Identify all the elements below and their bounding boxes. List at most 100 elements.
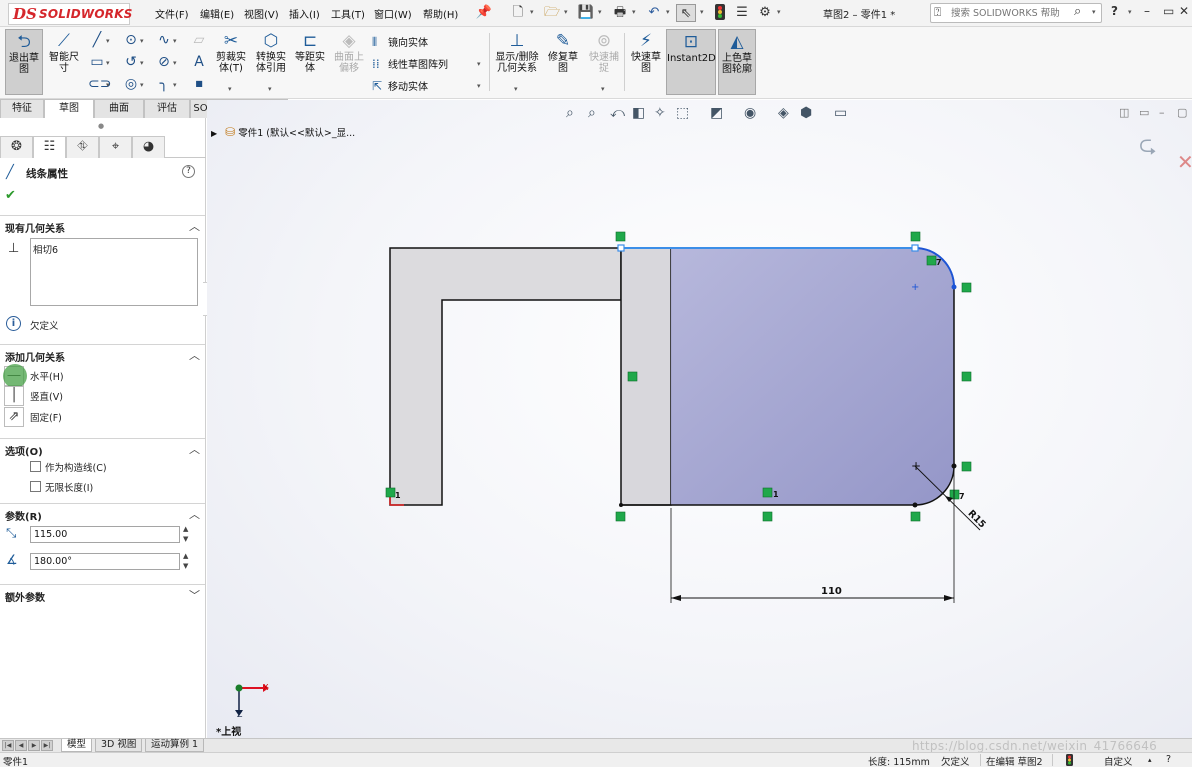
select-dropdown-icon[interactable]: ▾: [700, 8, 704, 16]
text-tool-icon[interactable]: A: [190, 53, 208, 71]
new-document-icon[interactable]: 🗋: [508, 4, 528, 22]
save-dropdown-icon[interactable]: ▾: [598, 8, 602, 16]
convert-dropdown-icon[interactable]: ▾: [268, 85, 272, 93]
menu-help[interactable]: 帮助(H): [423, 6, 458, 21]
instant2d-button[interactable]: ⊡ Instant2D: [666, 29, 716, 95]
fillet-endpoint[interactable]: [912, 502, 918, 508]
horizontal-badge[interactable]: [762, 511, 773, 522]
existing-relations-header[interactable]: 现有几何关系 ︿: [0, 215, 205, 235]
chevron-up-icon[interactable]: ︿: [189, 441, 200, 457]
last-tab-icon[interactable]: ▶|: [41, 740, 53, 751]
chevron-up-icon[interactable]: ︿: [189, 347, 200, 363]
shaded-sketch-contours-button[interactable]: ◭ 上色草图轮廓: [718, 29, 756, 95]
offset-on-surface-button[interactable]: ◈ 曲面上偏移: [331, 29, 367, 95]
point-tool-icon[interactable]: ■: [190, 75, 208, 93]
add-horizontal-button[interactable]: ― 水平(H): [4, 366, 184, 386]
rectangle-tool-icon[interactable]: ▭: [88, 53, 106, 71]
slot-tool-icon[interactable]: ⊂⊃: [88, 75, 111, 93]
tab-evaluate[interactable]: 评估: [144, 99, 190, 118]
configuration-tab-icon[interactable]: ⛗: [66, 136, 99, 158]
dimension-110[interactable]: 110: [821, 586, 842, 597]
line-tool-icon[interactable]: ╱: [88, 31, 106, 49]
next-tab-icon[interactable]: ▶: [28, 740, 40, 751]
chevron-up-icon[interactable]: ︿: [189, 218, 200, 234]
help-status-icon[interactable]: ?: [1166, 754, 1171, 765]
first-tab-icon[interactable]: |◀: [2, 740, 14, 751]
ellipse-dropdown-icon[interactable]: ▾: [140, 81, 144, 89]
rebuild-status-icon[interactable]: [1066, 754, 1073, 767]
tangent-badge[interactable]: [910, 231, 921, 242]
circle-tool-icon[interactable]: ⊙: [122, 31, 140, 49]
status-units[interactable]: 自定义: [1104, 754, 1133, 767]
add-fix-button[interactable]: ⇗ 固定(F): [4, 407, 184, 427]
rebuild-traffic-light-icon[interactable]: [710, 4, 730, 22]
rapid-sketch-button[interactable]: ⚡ 快速草图: [628, 29, 664, 95]
polygon-dropdown-icon[interactable]: ▾: [173, 59, 177, 67]
origin-badge[interactable]: [385, 487, 396, 498]
options-header[interactable]: 选项(O) ︿: [0, 438, 205, 458]
checkbox-box[interactable]: [30, 481, 41, 492]
offset-entities-button[interactable]: ⊏ 等距实体: [292, 29, 328, 95]
vertical-badge[interactable]: [627, 371, 638, 382]
sketch-canvas[interactable]: + + 1 1 7 7 110 R15: [207, 100, 1192, 738]
prev-tab-icon[interactable]: ◀: [15, 740, 27, 751]
undo-dropdown-icon[interactable]: ▾: [666, 8, 670, 16]
arc-dropdown-icon[interactable]: ▾: [140, 59, 144, 67]
panel-handle-icon[interactable]: ●: [98, 122, 104, 130]
new-dropdown-icon[interactable]: ▾: [530, 8, 534, 16]
fillet-dropdown-icon[interactable]: ▾: [173, 81, 177, 89]
arc-endpoint[interactable]: [951, 284, 957, 290]
fillet-endpoint[interactable]: [951, 463, 957, 469]
menu-tools[interactable]: 工具(T): [331, 6, 365, 21]
equal-badge[interactable]: [926, 255, 937, 266]
rectangle-dropdown-icon[interactable]: ▾: [106, 59, 110, 67]
parameters-header[interactable]: 参数(R) ︿: [0, 503, 205, 523]
fillet-tool-icon[interactable]: ╮: [155, 75, 173, 93]
menu-view[interactable]: 视图(V): [244, 6, 279, 21]
search-icon[interactable]: ⌕: [1074, 4, 1081, 19]
length-spinner-icon[interactable]: ▲ ▼: [183, 524, 188, 544]
spline-dropdown-icon[interactable]: ▾: [173, 37, 177, 45]
construction-checkbox[interactable]: 作为构造线(C): [30, 460, 190, 474]
tab-motion-study[interactable]: 运动算例 1: [145, 739, 205, 752]
solidworks-logo[interactable]: DS SOLIDWORKS: [8, 3, 132, 25]
horizontal-badge[interactable]: [762, 487, 773, 498]
spline-tool-icon[interactable]: ∿: [155, 31, 173, 49]
angle-input[interactable]: [30, 553, 180, 570]
tab-3d-views[interactable]: 3D 视图: [95, 739, 143, 752]
tab-surfaces[interactable]: 曲面: [94, 99, 144, 118]
help-search-input[interactable]: [951, 6, 1069, 20]
dimxpert-tab-icon[interactable]: ⌖: [99, 136, 132, 158]
snap-dropdown-icon[interactable]: ▾: [601, 85, 605, 93]
move-dropdown-icon[interactable]: ▾: [477, 82, 481, 90]
undo-icon[interactable]: ↶: [644, 4, 664, 22]
move-entities-button[interactable]: ⇱ 移动实体: [372, 78, 428, 93]
exit-sketch-button[interactable]: ⮌ 退出草图: [5, 29, 43, 95]
add-vertical-button[interactable]: │ 竖直(V): [4, 386, 184, 406]
mirror-entities-button[interactable]: ⫴ 镜向实体: [372, 34, 428, 50]
arc-tool-icon[interactable]: ↺: [122, 53, 140, 71]
chevron-down-icon[interactable]: ﹀: [189, 587, 200, 603]
menu-insert[interactable]: 插入(I): [289, 6, 320, 21]
open-folder-icon[interactable]: 🗁: [542, 4, 562, 22]
file-properties-icon[interactable]: ☰: [732, 4, 752, 22]
vertical-badge[interactable]: [961, 371, 972, 382]
checkbox-box[interactable]: [30, 461, 41, 472]
tab-model[interactable]: 模型: [61, 739, 93, 752]
open-dropdown-icon[interactable]: ▾: [564, 8, 568, 16]
list-item[interactable]: 相切6: [33, 242, 58, 256]
existing-relations-list[interactable]: 相切6: [30, 238, 198, 306]
circle-dropdown-icon[interactable]: ▾: [140, 37, 144, 45]
options-gear-icon[interactable]: ⚙: [755, 4, 775, 22]
menu-file[interactable]: 文件(F): [155, 6, 189, 21]
coincident-badge[interactable]: [615, 231, 626, 242]
coincident-badge[interactable]: [615, 511, 626, 522]
display-manager-tab-icon[interactable]: ◕: [132, 136, 165, 158]
property-manager-tab-icon[interactable]: ☷: [33, 136, 66, 158]
trim-dropdown-icon[interactable]: ▾: [228, 85, 232, 93]
repair-sketch-button[interactable]: ✎ 修复草图: [545, 29, 581, 95]
c-shaped-region[interactable]: [389, 247, 622, 506]
options-dropdown-icon[interactable]: ▾: [777, 8, 781, 16]
angle-spinner-icon[interactable]: ▲ ▼: [183, 551, 188, 571]
search-dropdown-icon[interactable]: ▾: [1092, 8, 1096, 16]
